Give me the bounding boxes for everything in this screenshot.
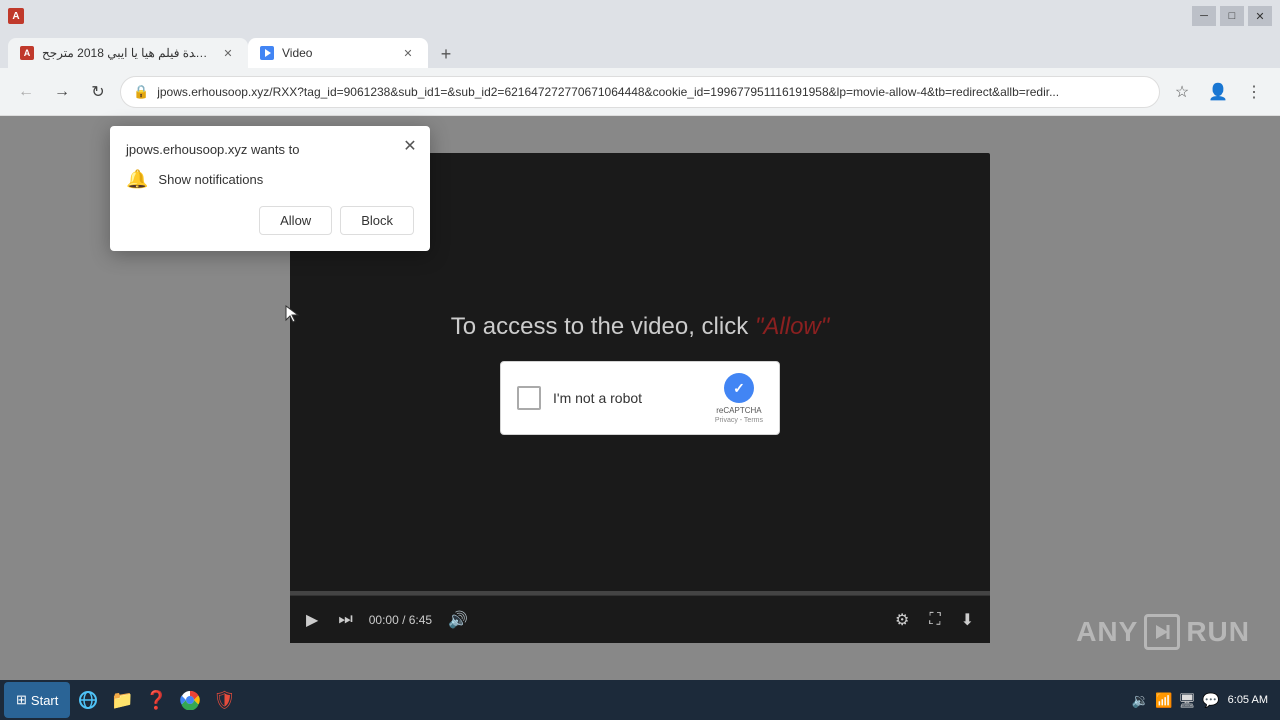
skip-button[interactable]: ⏭ (334, 607, 356, 633)
minimize-button[interactable]: ─ (1192, 6, 1216, 26)
new-tab-button[interactable]: + (432, 40, 460, 68)
close-button[interactable]: ✕ (1248, 6, 1272, 26)
tab-1-favicon: A (20, 46, 34, 60)
system-clock[interactable]: 6:05 AM (1228, 693, 1268, 707)
video-allow-text: "Allow" (755, 313, 829, 340)
popup-notification-row: 🔔 Show notifications (126, 169, 414, 190)
anyrun-play-icon (1144, 614, 1180, 650)
lock-icon: 🔒 (133, 84, 149, 100)
tab-1-title: مشاهدة فيلم هيا يا ايبي 2018 مترجح (42, 46, 212, 60)
settings-button[interactable]: ⚙ (891, 606, 913, 634)
account-button[interactable]: 👤 (1204, 78, 1232, 106)
start-label: Start (31, 693, 58, 708)
download-button[interactable]: ⬇ (957, 606, 978, 634)
start-button[interactable]: ⊞ Start (4, 682, 70, 718)
time-display: 00:00 / 6:45 (369, 613, 432, 627)
notification-label: Show notifications (158, 172, 263, 187)
tab-1-close[interactable]: ✕ (220, 45, 236, 61)
captcha-label: I'm not a robot (553, 390, 703, 406)
tab-2-favicon (260, 46, 274, 60)
reload-button[interactable]: ↻ (84, 78, 112, 106)
anyrun-text-right: RUN (1186, 616, 1250, 648)
tab-bar: A مشاهدة فيلم هيا يا ايبي 2018 مترجح ✕ V… (0, 32, 1280, 68)
taskbar-help-icon[interactable]: ❓ (140, 684, 172, 716)
tab-1[interactable]: A مشاهدة فيلم هيا يا ايبي 2018 مترجح ✕ (8, 38, 248, 68)
taskbar-chrome-icon[interactable] (174, 684, 206, 716)
browser-frame: A ─ □ ✕ A مشاهدة فيلم هيا يا ايبي 2018 م… (0, 0, 1280, 720)
url-text: jpows.erhousoop.xyz/RXX?tag_id=9061238&s… (157, 85, 1147, 99)
allow-button[interactable]: Allow (259, 206, 332, 235)
tab-2-title: Video (282, 46, 392, 60)
captcha-checkbox[interactable] (517, 386, 541, 410)
tray-message-icon[interactable]: 💬 (1202, 692, 1219, 709)
recaptcha-label: reCAPTCHA (716, 406, 761, 415)
anyrun-text-left: ANY (1076, 616, 1138, 648)
window-controls: ─ □ ✕ (1192, 6, 1272, 26)
title-bar: A ─ □ ✕ (0, 0, 1280, 32)
video-progress-bar-bg[interactable] (290, 591, 990, 595)
captcha-widget[interactable]: I'm not a robot ✓ reCAPTCHA Privacy - Te… (500, 361, 780, 435)
bell-icon: 🔔 (126, 169, 148, 190)
popup-buttons: Allow Block (126, 206, 414, 235)
notification-popup: ✕ jpows.erhousoop.xyz wants to 🔔 Show no… (110, 126, 430, 251)
url-bar[interactable]: 🔒 jpows.erhousoop.xyz/RXX?tag_id=9061238… (120, 76, 1160, 108)
volume-button[interactable]: 🔊 (444, 606, 472, 634)
taskbar-shield-icon[interactable]: 🛡 (208, 684, 240, 716)
taskbar-folder-icon[interactable]: 📁 (106, 684, 138, 716)
video-controls: ▶ ⏭ 00:00 / 6:45 🔊 ⚙ ⛶ ⬇ (290, 595, 990, 643)
address-bar: ← → ↻ 🔒 jpows.erhousoop.xyz/RXX?tag_id=9… (0, 68, 1280, 116)
svg-text:✓: ✓ (733, 380, 745, 396)
system-tray: 🔉 📶 🖥 💬 6:05 AM (1124, 692, 1276, 709)
recaptcha-privacy: Privacy - Terms (715, 417, 763, 424)
captcha-logo-area: ✓ reCAPTCHA Privacy - Terms (715, 372, 763, 424)
bookmark-button[interactable]: ☆ (1168, 78, 1196, 106)
tray-display-icon[interactable]: 🖥 (1178, 692, 1196, 709)
block-button[interactable]: Block (340, 206, 414, 235)
taskbar-ie-icon[interactable] (72, 684, 104, 716)
tab-2[interactable]: Video ✕ (248, 38, 428, 68)
popup-close-button[interactable]: ✕ (398, 134, 422, 158)
video-access-text: To access to the video, click "Allow" (451, 313, 830, 341)
menu-button[interactable]: ⋮ (1240, 78, 1268, 106)
tab-2-close[interactable]: ✕ (400, 45, 416, 61)
fullscreen-button[interactable]: ⛶ (925, 607, 944, 633)
recaptcha-logo-icon: ✓ (723, 372, 755, 404)
clock-time: 6:05 AM (1228, 693, 1268, 707)
back-button[interactable]: ← (12, 78, 40, 106)
video-text-main: To access to the video, click (451, 313, 748, 340)
tray-icons: 🔉 📶 🖥 💬 (1132, 692, 1220, 709)
taskbar: ⊞ Start 📁 ❓ 🛡 🔉 📶 🖥 (0, 680, 1280, 720)
page-content: ✕ jpows.erhousoop.xyz wants to 🔔 Show no… (0, 116, 1280, 680)
browser-logo: A (8, 8, 24, 24)
anyrun-watermark: ANY RUN (1076, 614, 1250, 650)
tray-volume-icon[interactable]: 🔉 (1132, 692, 1149, 709)
tray-network-icon[interactable]: 📶 (1155, 692, 1172, 709)
play-button[interactable]: ▶ (302, 606, 322, 634)
maximize-button[interactable]: □ (1220, 6, 1244, 26)
forward-button[interactable]: → (48, 78, 76, 106)
windows-icon: ⊞ (16, 692, 27, 708)
popup-title: jpows.erhousoop.xyz wants to (126, 142, 414, 157)
